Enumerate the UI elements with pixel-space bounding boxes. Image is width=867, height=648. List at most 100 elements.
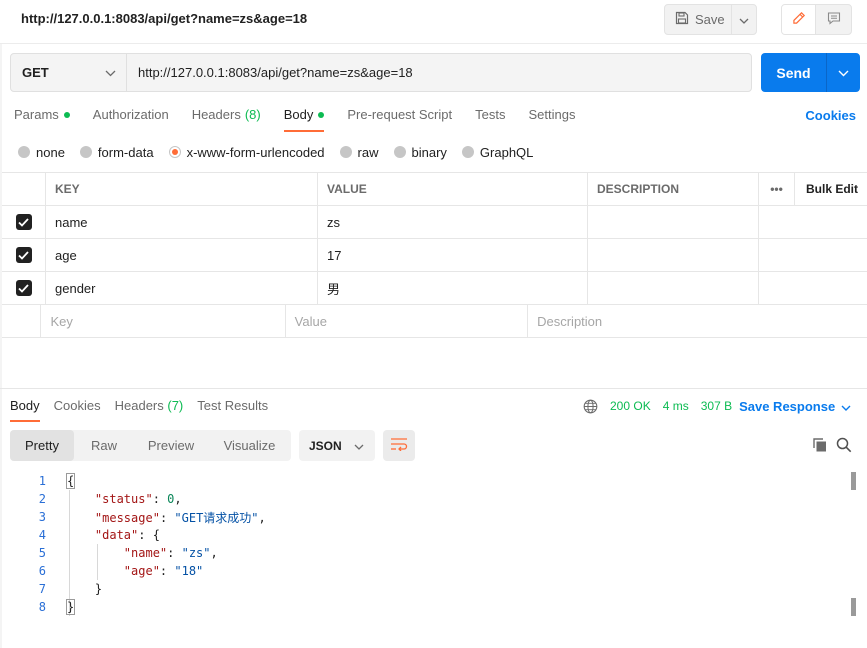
save-button-group: Save <box>664 4 757 35</box>
body-type-binary[interactable]: binary <box>393 145 447 160</box>
tab-prerequest-script[interactable]: Pre-request Script <box>347 107 452 131</box>
tab-settings[interactable]: Settings <box>528 107 575 131</box>
key-cell[interactable]: name <box>46 206 318 238</box>
search-icon[interactable] <box>836 437 852 456</box>
response-tab-headers[interactable]: Headers (7) <box>115 398 184 422</box>
method-select[interactable]: GET <box>11 54 127 91</box>
url-input[interactable] <box>127 54 751 91</box>
tab-tests-label: Tests <box>475 107 506 122</box>
save-button[interactable]: Save <box>665 5 733 34</box>
response-size[interactable]: 307 B <box>701 399 732 413</box>
body-type-urlencoded[interactable]: x-www-form-urlencoded <box>168 145 325 160</box>
response-body-editor[interactable]: 1 { 2 "status": 0, 3 "message": "GET请求成功… <box>0 472 860 616</box>
response-headers-count: (7) <box>167 398 184 413</box>
save-response-button[interactable]: Save Response <box>739 399 851 414</box>
description-cell[interactable] <box>588 206 759 238</box>
table-header-row: KEY VALUE DESCRIPTION ••• Bulk Edit <box>2 173 867 206</box>
radio-icon <box>461 146 474 158</box>
row-spacer <box>759 239 795 271</box>
row-checkbox[interactable] <box>15 247 32 263</box>
description-cell[interactable] <box>588 239 759 271</box>
radio-icon <box>18 146 30 158</box>
tab-params[interactable]: Params <box>14 107 70 131</box>
json-key: "age" <box>123 564 160 578</box>
line-number: 8 <box>38 600 46 614</box>
tab-body[interactable]: Body <box>283 107 325 132</box>
line-number: 3 <box>38 510 46 524</box>
edit-mode-button[interactable] <box>782 5 816 34</box>
json-number: 0 <box>167 492 175 506</box>
line-number: 4 <box>38 528 46 542</box>
value-cell[interactable]: 17 <box>318 239 588 271</box>
wrap-lines-button[interactable] <box>383 430 415 461</box>
body-type-none[interactable]: none <box>18 145 65 160</box>
tab-body-label: Body <box>283 107 314 122</box>
response-tab-headers-label: Headers <box>114 398 164 413</box>
code-text: "name": "zs", <box>123 546 218 560</box>
scrollbar-marker[interactable] <box>851 598 856 616</box>
json-string: "18" <box>174 564 204 578</box>
request-title[interactable]: http://127.0.0.1:8083/api/get?name=zs&ag… <box>21 11 307 26</box>
tab-headers[interactable]: Headers (8) <box>192 107 261 131</box>
save-response-label: Save Response <box>739 398 836 414</box>
key-cell[interactable]: gender <box>46 272 318 304</box>
line-number: 2 <box>38 492 46 506</box>
send-options-button[interactable] <box>827 53 860 92</box>
request-header-bar: http://127.0.0.1:8083/api/get?name=zs&ag… <box>0 0 867 44</box>
response-tab-test-results[interactable]: Test Results <box>197 398 268 422</box>
table-row-new: Key Value Description <box>2 305 867 338</box>
value-cell[interactable]: zs <box>318 206 588 238</box>
table-row: name zs <box>2 206 867 239</box>
response-status[interactable]: 200 OK <box>610 399 651 413</box>
body-type-form-data[interactable]: form-data <box>79 145 154 160</box>
table-row: gender 男 <box>2 272 867 305</box>
row-checkbox-cell <box>2 305 42 337</box>
code-text: { <box>66 473 76 489</box>
view-visualize-button[interactable]: Visualize <box>208 430 291 461</box>
send-button-group: Send <box>761 53 860 92</box>
cookies-link[interactable]: Cookies <box>805 108 856 123</box>
view-preview-button[interactable]: Preview <box>134 430 208 461</box>
new-description-input[interactable]: Description <box>528 305 867 337</box>
view-pretty-button[interactable]: Pretty <box>10 430 74 461</box>
code-line: 4 "data": { <box>0 526 860 544</box>
value-cell[interactable]: 男 <box>318 272 588 304</box>
tab-authorization[interactable]: Authorization <box>93 107 169 131</box>
comments-mode-button[interactable] <box>816 5 851 34</box>
key-cell[interactable]: age <box>46 239 318 271</box>
row-spacer <box>759 206 795 238</box>
format-label: JSON <box>309 438 342 453</box>
view-raw-button[interactable]: Raw <box>74 430 134 461</box>
copy-icon[interactable] <box>812 437 828 456</box>
row-checkbox-cell <box>2 239 46 271</box>
pane-divider[interactable] <box>0 388 867 389</box>
new-value-input[interactable]: Value <box>286 305 529 337</box>
body-type-graphql[interactable]: GraphQL <box>461 145 533 160</box>
send-button[interactable]: Send <box>761 53 827 92</box>
comment-icon <box>827 11 841 28</box>
row-checkbox[interactable] <box>15 280 32 296</box>
globe-icon[interactable] <box>583 399 598 414</box>
radio-icon <box>79 146 92 158</box>
code-line: 6 "age": "18" <box>0 562 860 580</box>
json-key: "status" <box>94 492 153 506</box>
body-type-raw[interactable]: raw <box>339 145 379 160</box>
matched-brace: { <box>66 473 76 489</box>
row-spacer <box>759 272 795 304</box>
response-time[interactable]: 4 ms <box>663 399 689 413</box>
tab-authorization-label: Authorization <box>92 107 169 122</box>
matched-brace: } <box>66 599 76 615</box>
tab-tests[interactable]: Tests <box>475 107 505 131</box>
row-checkbox[interactable] <box>15 214 32 230</box>
response-tab-body[interactable]: Body <box>10 398 40 422</box>
more-options-button[interactable]: ••• <box>759 173 795 205</box>
response-tab-cookies[interactable]: Cookies <box>54 398 101 422</box>
save-options-button[interactable] <box>732 5 756 34</box>
description-cell[interactable] <box>588 272 759 304</box>
pencil-icon <box>792 11 806 28</box>
format-select[interactable]: JSON <box>299 430 375 461</box>
bulk-edit-button[interactable]: Bulk Edit <box>795 173 867 205</box>
new-key-input[interactable]: Key <box>41 305 286 337</box>
chevron-down-icon <box>354 439 364 453</box>
scrollbar-marker[interactable] <box>851 472 856 490</box>
